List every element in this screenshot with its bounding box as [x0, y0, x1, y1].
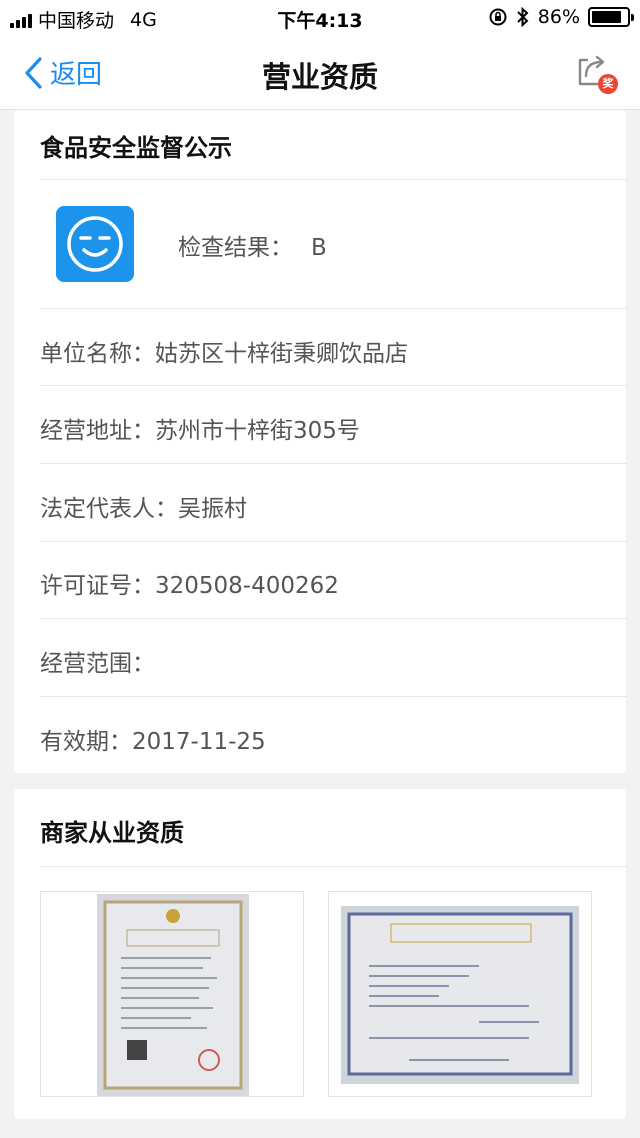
valid-until: 有效期：2017-11-25	[40, 729, 266, 755]
battery-percent: 86%	[537, 6, 580, 28]
bluetooth-icon	[517, 7, 529, 27]
result-grade: B	[311, 235, 327, 261]
result-label: 检查结果：	[178, 235, 293, 261]
battery-icon	[588, 7, 634, 27]
food-safety-card: 食品安全监督公示 检查结果： B 单位名称：姑苏区十梓街秉卿饮品店 经营地址：苏州…	[14, 110, 626, 773]
license-number: 许可证号：320508-400262	[40, 573, 339, 599]
inspection-result: 检查结果： B	[178, 228, 327, 262]
business-name: 单位名称：姑苏区十梓街秉卿饮品店	[40, 341, 408, 367]
food-safety-title: 食品安全监督公示	[40, 134, 232, 162]
status-right: 86%	[488, 6, 634, 28]
battery-fill	[592, 11, 622, 23]
legal-representative: 法定代表人：吴振村	[40, 496, 247, 522]
divider	[40, 385, 626, 386]
divider	[40, 618, 626, 619]
divider	[40, 463, 626, 464]
smiley-face-icon	[56, 206, 134, 282]
nav-bar: 返回 营业资质 奖	[0, 36, 640, 110]
divider	[40, 696, 626, 697]
reward-badge: 奖	[598, 74, 618, 94]
business-address: 经营地址：苏州市十梓街305号	[40, 418, 360, 444]
share-button[interactable]: 奖	[574, 52, 618, 94]
status-bar: 中国移动 4G 下午4:13 86%	[0, 0, 640, 36]
divider	[40, 179, 626, 180]
business-scope: 经营范围：	[40, 651, 155, 677]
merchant-qualification-title: 商家从业资质	[40, 819, 184, 847]
divider	[40, 866, 626, 867]
business-license-thumbnail[interactable]	[40, 891, 304, 1097]
divider	[40, 308, 626, 309]
merchant-qualification-card: 商家从业资质	[14, 789, 626, 1119]
page-title: 营业资质	[261, 60, 378, 94]
food-service-permit-thumbnail[interactable]	[328, 891, 592, 1097]
rotation-lock-icon	[489, 8, 507, 26]
divider	[40, 541, 626, 542]
